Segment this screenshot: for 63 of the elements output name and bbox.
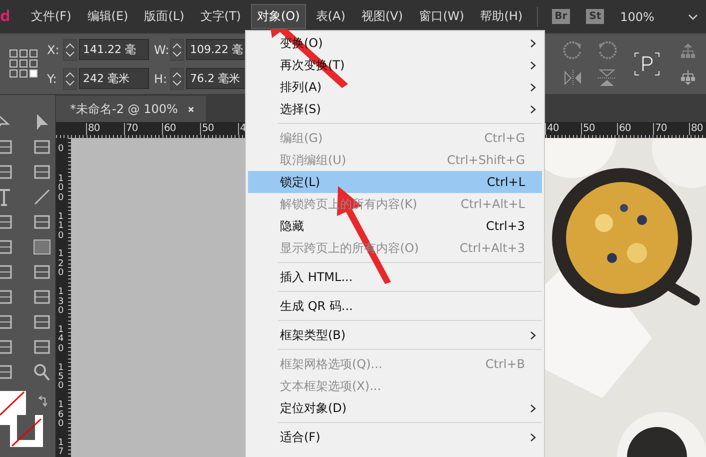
zoom-icon[interactable] bbox=[32, 363, 52, 381]
ruler-label: 120 bbox=[58, 250, 65, 279]
ruler-label: 150 bbox=[58, 364, 65, 392]
menu-bar-item[interactable]: 编辑(E) bbox=[81, 4, 134, 29]
document-tab[interactable]: *未命名-2 @ 100% bbox=[56, 96, 206, 122]
menu-item[interactable]: 插入 HTML... bbox=[248, 266, 542, 288]
chevron-down-icon[interactable] bbox=[688, 14, 698, 20]
ruler-label: 17 bbox=[58, 438, 65, 457]
rotate-clockwise-icon[interactable] bbox=[562, 40, 584, 60]
app-switch-button[interactable]: St bbox=[586, 9, 604, 24]
menu-bar-item[interactable]: 表(A) bbox=[310, 4, 352, 29]
menu-item[interactable]: 选择(S) bbox=[248, 98, 542, 120]
spinner-icon[interactable] bbox=[63, 38, 77, 60]
swap-arrows-icon[interactable] bbox=[38, 395, 48, 407]
hierarchy-icon[interactable] bbox=[680, 69, 696, 85]
zoom-level[interactable]: 100% bbox=[620, 10, 654, 24]
menu-bar-item[interactable]: 文件(F) bbox=[25, 4, 78, 29]
field-label: H: bbox=[154, 72, 168, 86]
spinner-icon[interactable] bbox=[170, 68, 184, 90]
flip-vertical-icon[interactable] bbox=[596, 68, 618, 88]
ruler-label: 60 bbox=[617, 123, 631, 135]
menu-bar-item[interactable]: 文字(T) bbox=[194, 4, 247, 29]
input-field[interactable]: 242 毫米 bbox=[79, 68, 149, 89]
spinner-icon[interactable] bbox=[170, 38, 184, 60]
ruler-label: 50 bbox=[581, 123, 595, 135]
menu-bar-item[interactable]: 对象(O) bbox=[250, 4, 306, 29]
ruler-label: 80 bbox=[86, 123, 100, 135]
ruler-label: 140 bbox=[58, 326, 65, 354]
field-label: Y: bbox=[47, 72, 58, 86]
app-switch-button[interactable]: Br bbox=[552, 9, 570, 24]
flip-horizontal-icon[interactable] bbox=[562, 68, 584, 88]
ruler-label: 70 bbox=[653, 123, 667, 135]
proxy-frame-icon[interactable] bbox=[634, 52, 660, 76]
spinner-icon[interactable] bbox=[63, 68, 77, 90]
menu-item[interactable]: 锁定(L) Ctrl+L bbox=[248, 171, 542, 193]
ruler-label: 60 bbox=[162, 123, 176, 135]
menu-bar-item[interactable]: 帮助(H) bbox=[474, 4, 529, 29]
ruler-label: 50 bbox=[200, 123, 214, 135]
close-icon[interactable] bbox=[188, 106, 194, 112]
menu-bar-item[interactable]: 视图(V) bbox=[355, 4, 409, 29]
menu-item[interactable]: 定位对象(D) bbox=[248, 397, 542, 419]
rectangle-tool-icon[interactable] bbox=[32, 238, 52, 256]
ruler-label: 0 bbox=[58, 145, 65, 154]
reference-point-icon[interactable] bbox=[9, 49, 39, 79]
menu-bar-item[interactable]: 窗口(W) bbox=[412, 4, 470, 29]
menu-item[interactable]: 框架类型(B) bbox=[248, 324, 542, 346]
ruler-label: 110 bbox=[58, 212, 65, 241]
menu-item[interactable]: 生成 QR 码... bbox=[248, 295, 542, 317]
line-tool-icon[interactable] bbox=[32, 188, 52, 206]
ruler-label: 130 bbox=[58, 288, 65, 316]
menu-item[interactable]: 适合(F) bbox=[248, 426, 542, 448]
input-field[interactable]: 141.22 毫 bbox=[79, 39, 149, 60]
field-label: X: bbox=[47, 42, 60, 56]
ruler-label: 160 bbox=[58, 401, 65, 430]
rotate-counterclockwise-icon[interactable] bbox=[596, 40, 618, 60]
ruler-label: 70 bbox=[124, 123, 138, 135]
menu-item[interactable]: 隐藏 Ctrl+3 bbox=[248, 215, 542, 237]
menu-bar-item[interactable]: 版面(L) bbox=[138, 4, 190, 29]
field-label: W: bbox=[154, 42, 168, 56]
stroke-swatch[interactable] bbox=[10, 415, 43, 447]
ruler-label: 80 bbox=[689, 123, 703, 135]
ruler-label: 100 bbox=[58, 175, 65, 204]
hierarchy-icon[interactable] bbox=[680, 43, 696, 59]
